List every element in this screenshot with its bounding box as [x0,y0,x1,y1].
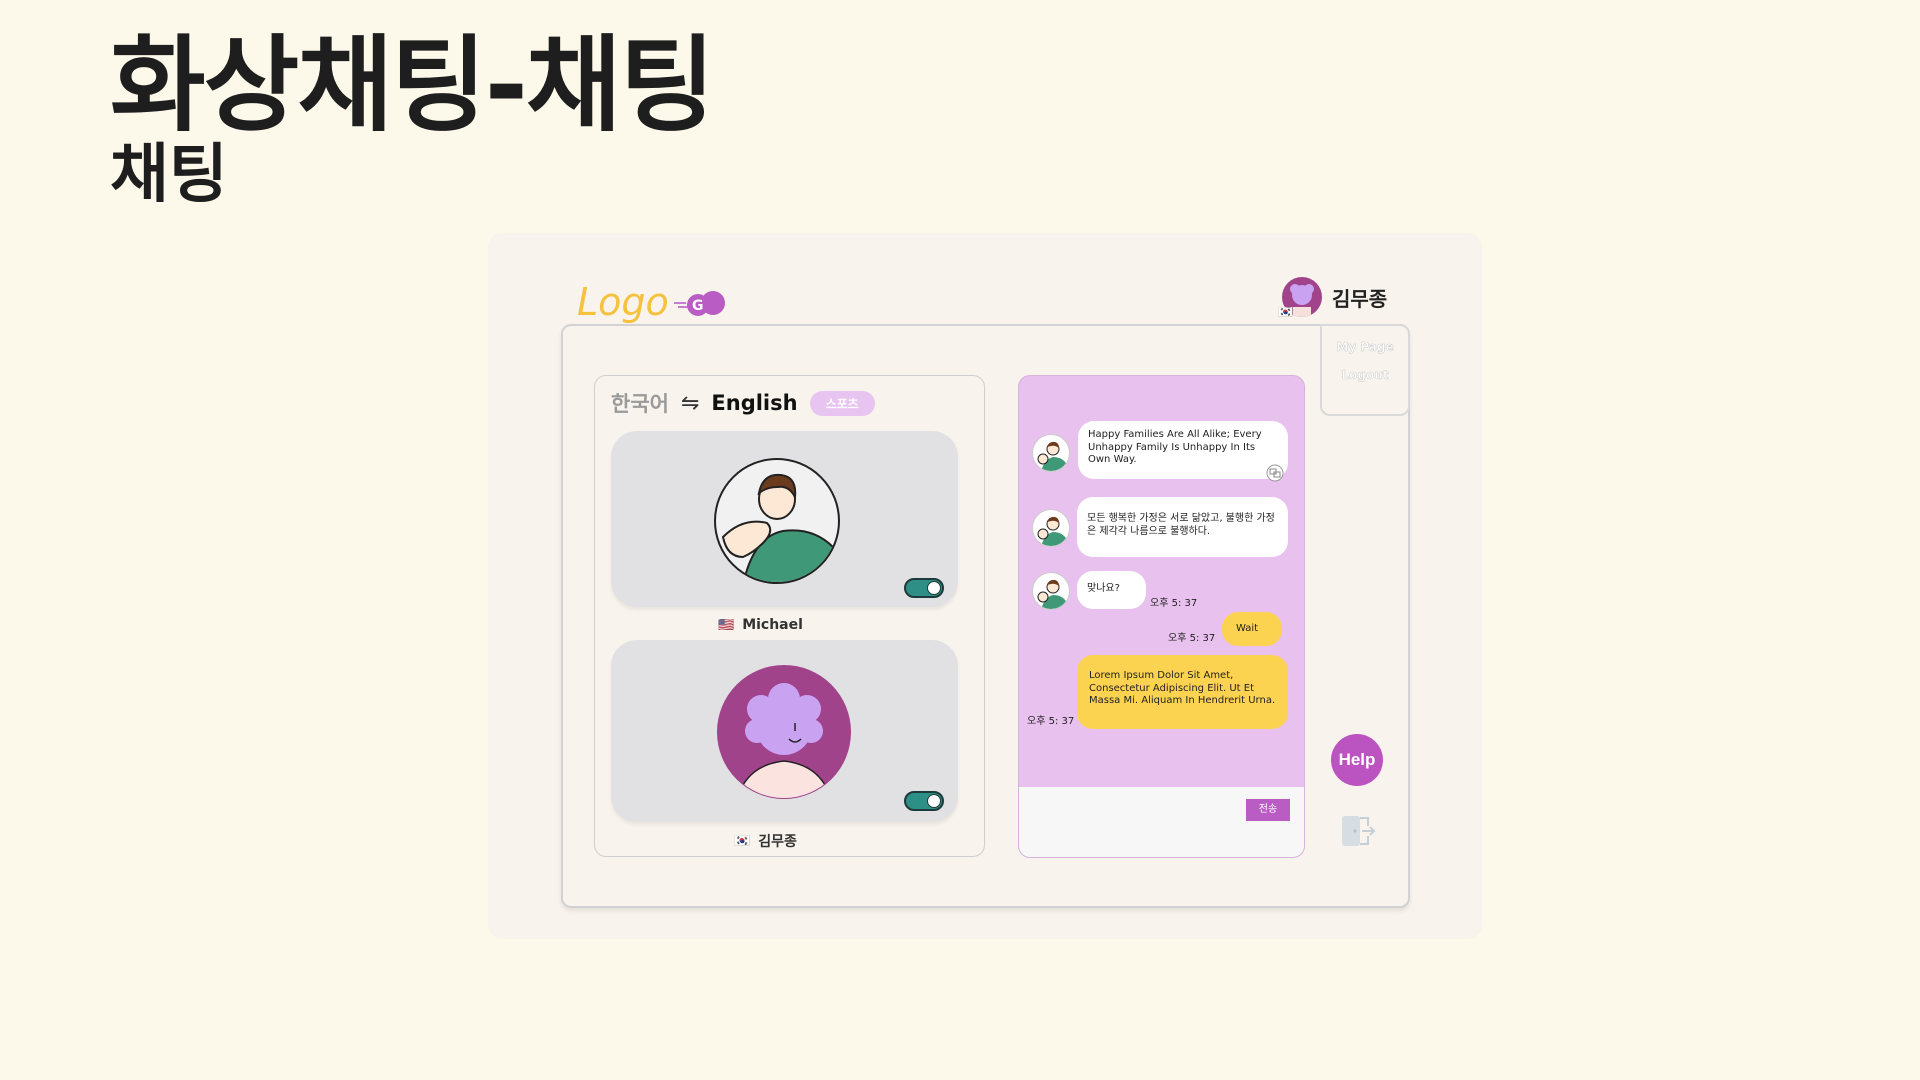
exit-room-icon[interactable] [1340,814,1376,848]
message-time: 오후 5: 37 [1168,633,1216,644]
michael-avatar-icon [1037,516,1067,546]
logo-icon: G [674,291,725,316]
target-language[interactable]: English [711,391,797,415]
topic-badge: 스포츠 [809,390,875,416]
svg-text:G: G [692,298,704,314]
participant-label-self: 🇰🇷 김무종 [734,831,797,851]
participant-label-michael: 🇺🇸 Michael [718,617,803,633]
logout-link[interactable]: Logout [1322,368,1408,383]
michael-avatar-icon [1037,579,1067,609]
self-avatar [717,665,851,799]
my-page-link[interactable]: My Page [1322,340,1408,355]
language-bar: 한국어 ⇋ English 스포츠 [611,388,875,418]
participant-name: 김무종 [758,834,797,850]
chat-message: 모든 행복한 가정은 서로 닮았고, 불행한 가정은 제각각 나름으로 불행하다… [1077,497,1288,557]
us-flag-icon: 🇺🇸 [718,617,735,633]
message-avatar [1032,434,1070,472]
message-time: 오후 5: 37 [1150,598,1198,609]
chat-message: Lorem Ipsum Dolor Sit Amet, Consectetur … [1077,655,1288,729]
source-language[interactable]: 한국어 [611,388,669,418]
camera-toggle-michael[interactable] [904,578,944,598]
chat-message: Wait [1222,612,1282,646]
michael-avatar-icon [1037,441,1067,471]
chat-message: 맞나요? [1077,571,1146,609]
chat-message: Happy Families Are All Alike; Every Unha… [1078,421,1288,479]
help-button[interactable]: Help [1331,734,1383,786]
side-menu: My Page Logout [1320,324,1410,416]
participant-name: Michael [742,617,803,633]
message-time: 오후 5: 37 [1027,716,1075,727]
logo-text[interactable]: Logo [577,280,669,324]
send-button[interactable]: 전송 [1246,799,1290,821]
user-name: 김무종 [1332,286,1388,311]
camera-toggle-self[interactable] [904,791,944,811]
user-profile[interactable]: 김무종 [1282,275,1387,319]
michael-avatar [714,458,840,584]
translate-icon[interactable] [1266,464,1284,482]
slide-title: 화상채팅-채팅 [110,24,715,146]
message-avatar [1032,509,1070,547]
swap-language-icon[interactable]: ⇋ [681,391,699,416]
slide-subtitle: 채팅 [110,138,228,212]
message-avatar [1032,572,1070,610]
chat-input-area[interactable]: 전송 [1019,787,1304,857]
kr-flag-icon: 🇰🇷 [734,833,751,849]
user-flag-icon: 🇰🇷 [1278,305,1293,319]
